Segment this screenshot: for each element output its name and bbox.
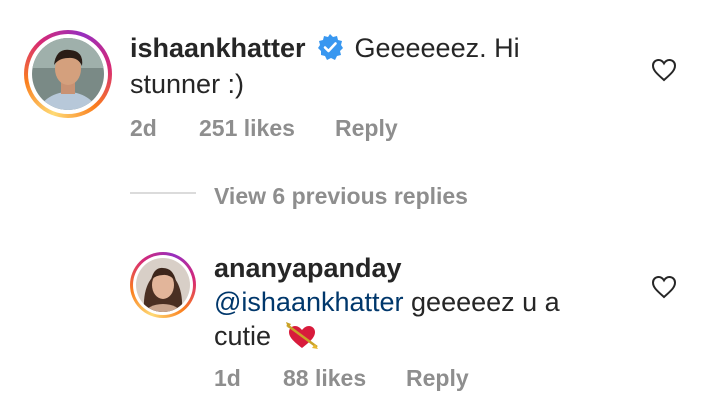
comment-likes[interactable]: 251 likes	[199, 115, 295, 142]
reply-item: ananyapanday @ishaankhatter geeeeez u a …	[0, 230, 720, 408]
view-previous-replies-link[interactable]: View 6 previous replies	[214, 183, 468, 210]
comment-text-line1: Geeeeeez. Hi	[354, 33, 520, 63]
comment-username[interactable]: ishaankhatter	[130, 33, 306, 63]
person-photo-icon	[136, 258, 190, 312]
reply-mention-link[interactable]: @ishaankhatter	[214, 287, 404, 317]
comment-time[interactable]: 2d	[130, 115, 157, 142]
comment-item: ishaankhatter Geeeeeez. Hi stunner :) 2d…	[0, 0, 720, 160]
comment-text-line2: stunner :)	[130, 69, 245, 99]
reply-button[interactable]: Reply	[335, 115, 398, 142]
reply-username[interactable]: ananyapanday	[214, 253, 402, 284]
like-heart-icon[interactable]	[651, 58, 677, 82]
replies-divider	[130, 192, 196, 194]
avatar-photo	[32, 38, 104, 110]
person-photo-icon	[32, 38, 104, 110]
reply-text-line2: cutie	[214, 321, 272, 351]
reply-text-line1: geeeeez u a	[411, 287, 560, 317]
avatar[interactable]	[24, 30, 112, 118]
reply-like-heart-icon[interactable]	[651, 275, 677, 299]
heart-with-arrow-emoji-icon	[285, 321, 319, 359]
reply-avatar[interactable]	[130, 252, 196, 318]
reply-avatar-photo	[136, 258, 190, 312]
reply-likes[interactable]: 88 likes	[283, 365, 366, 392]
reply-reply-button[interactable]: Reply	[406, 365, 469, 392]
reply-time[interactable]: 1d	[214, 365, 241, 392]
verified-badge-icon	[316, 33, 344, 66]
